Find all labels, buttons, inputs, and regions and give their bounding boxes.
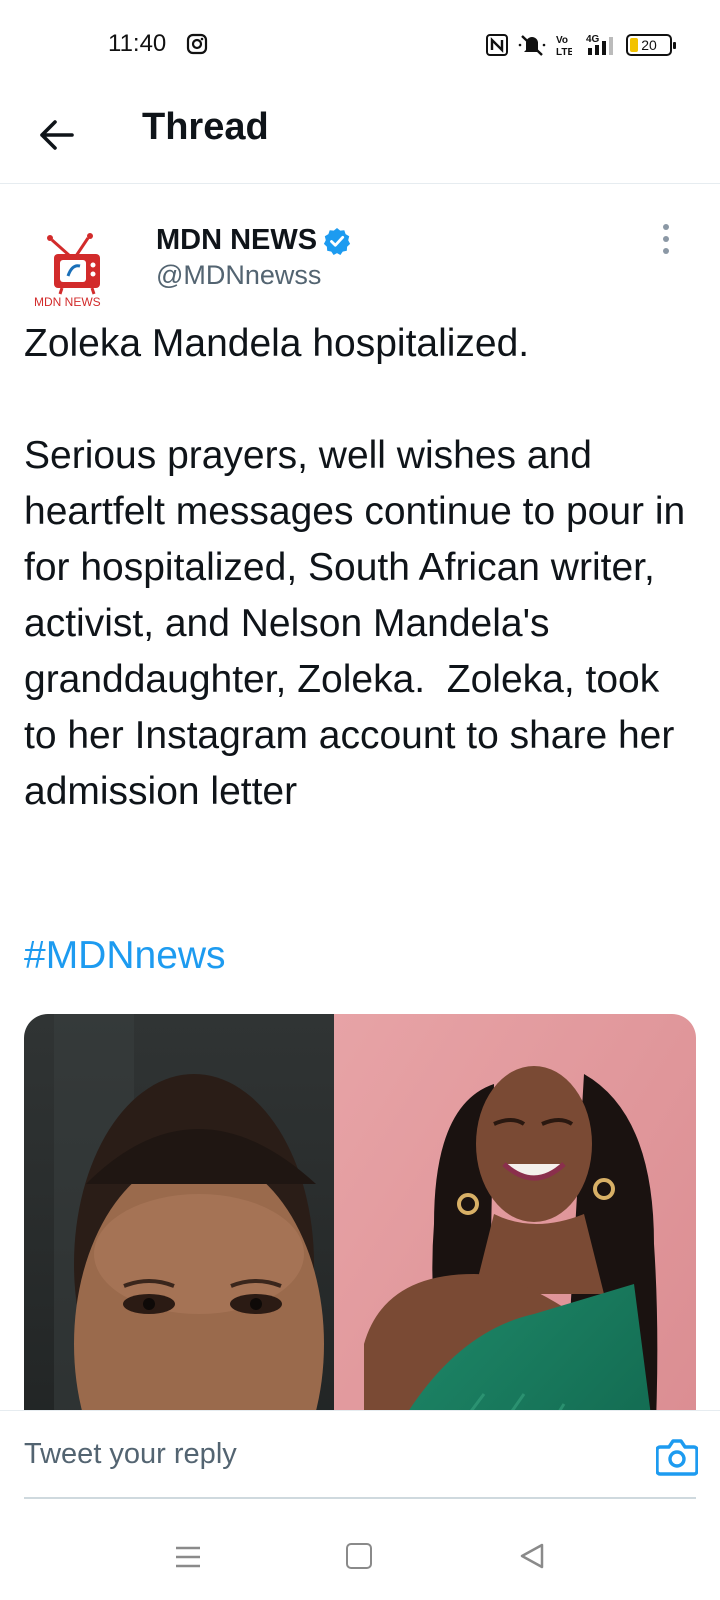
signal-4g-icon: 4G [586, 34, 613, 55]
avatar[interactable]: MDN NEWS [24, 220, 128, 324]
avatar-text: MDN NEWS [34, 295, 101, 309]
status-icons: Vo LTE 4G 20 [486, 30, 676, 60]
arrow-left-icon [40, 120, 74, 150]
reply-input[interactable]: Tweet your reply [24, 1411, 696, 1499]
status-bar: 11:40 Vo LTE 4G 20 [0, 0, 720, 90]
svg-text:Vo: Vo [556, 35, 568, 46]
page-title: Thread [142, 106, 269, 148]
more-vertical-icon [663, 224, 669, 230]
thread-header: Thread [0, 90, 720, 184]
author-name[interactable]: MDN NEWS [156, 224, 351, 257]
more-options-button[interactable] [656, 224, 676, 254]
verified-badge-icon [324, 227, 351, 255]
reply-bar: Tweet your reply [0, 1410, 720, 1505]
nfc-icon [486, 34, 508, 56]
battery-level: 20 [641, 37, 657, 53]
camera-icon[interactable] [656, 1437, 698, 1477]
back-button[interactable] [30, 108, 84, 162]
svg-text:LTE: LTE [556, 47, 572, 57]
tweet-text: Zoleka Mandela hospitalized. Serious pra… [24, 322, 686, 813]
home-square-icon[interactable] [346, 1543, 372, 1569]
svg-text:4G: 4G [586, 34, 600, 45]
mute-icon [518, 35, 546, 56]
mdn-news-logo: MDN NEWS [24, 220, 128, 324]
hashtag-link[interactable]: #MDNnews [24, 928, 226, 984]
instagram-icon [186, 33, 208, 55]
reply-placeholder: Tweet your reply [24, 1437, 237, 1470]
back-triangle-icon[interactable] [518, 1542, 546, 1570]
author-handle[interactable]: @MDNnewss [156, 260, 321, 291]
author-name-text: MDN NEWS [156, 224, 318, 256]
battery-icon: 20 [626, 34, 676, 56]
status-time: 11:40 [108, 30, 167, 57]
volte-icon: Vo LTE [556, 35, 572, 57]
system-nav-bar [0, 1505, 720, 1600]
menu-icon[interactable] [175, 1545, 201, 1569]
